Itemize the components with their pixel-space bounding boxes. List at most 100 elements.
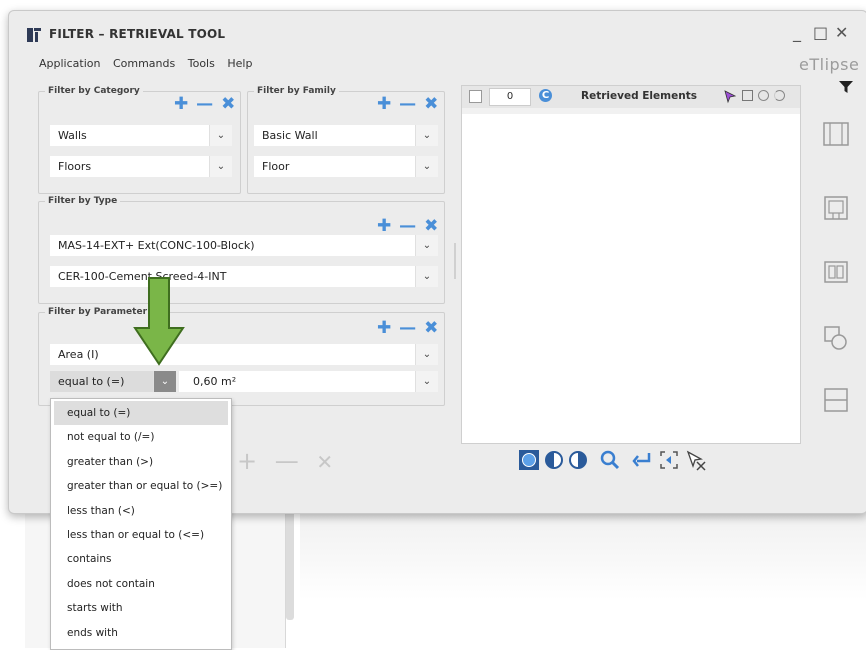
option-equal-to[interactable]: equal to (=) [54,401,228,426]
fit-selection-icon[interactable] [659,450,679,470]
retrieved-subheader [462,108,800,114]
background-scrollbar [286,510,294,620]
minimize-button[interactable]: _ [793,23,801,42]
family-value: Floor [262,160,290,173]
remove-category-icon[interactable]: — [196,94,214,114]
filter-category-title: Filter by Category [45,86,143,96]
menu-application[interactable]: Application [39,57,100,70]
add-filter-icon[interactable]: + [237,447,257,475]
half-view-icon[interactable] [569,451,587,469]
operator-combo[interactable]: equal to (=) ⌄ [50,371,176,392]
remove-family-icon[interactable]: — [399,94,417,114]
refresh-icon[interactable]: C [539,89,552,102]
background-divider [300,510,866,600]
close-button[interactable]: ✕ [835,23,848,42]
double-door-icon[interactable] [821,257,851,287]
retrieved-title: Retrieved Elements [581,90,697,102]
option-does-not-contain[interactable]: does not contain [51,572,231,596]
menu-bar: Application Commands Tools Help [39,57,261,70]
chevron-down-icon[interactable]: ⌄ [415,371,438,392]
clear-parameter-icon[interactable]: ✖ [424,318,439,338]
chevron-down-icon[interactable]: ⌄ [415,156,438,177]
category-value: Walls [58,129,87,142]
chevron-down-icon[interactable]: ⌄ [415,125,438,146]
chevron-down-icon[interactable]: ⌄ [209,156,232,177]
window-frame-icon[interactable] [821,193,851,223]
view-circle-icon[interactable] [758,90,769,101]
solid-view-icon[interactable] [519,450,539,470]
green-annotation-arrow [133,277,185,366]
filter-family-title: Filter by Family [254,86,339,96]
option-starts-with[interactable]: starts with [51,596,231,620]
floor-slab-icon[interactable] [821,385,851,415]
chevron-down-icon[interactable]: ⌄ [415,266,438,287]
deselect-icon[interactable] [685,449,707,471]
left-toolbar: + — ✕ [237,447,333,475]
add-family-icon[interactable]: ✚ [377,94,392,114]
clear-family-icon[interactable]: ✖ [424,94,439,114]
clear-filter-icon[interactable]: ✕ [316,450,333,474]
remove-parameter-icon[interactable]: — [399,318,417,338]
family-combo-basic-wall[interactable]: Basic Wall ⌄ [254,125,438,146]
family-value: Basic Wall [262,129,318,142]
half-solid-view-icon[interactable] [545,451,563,469]
option-less-than-or-equal[interactable]: less than or equal to (<=) [51,523,231,547]
count-box: 0 [489,88,531,106]
option-contains[interactable]: contains [51,547,231,571]
type-actions: ✚ — ✖ [377,216,439,236]
retrieved-header: 0 C Retrieved Elements [462,86,800,109]
window-title: FILTER – RETRIEVAL TOOL [49,27,226,41]
option-greater-than[interactable]: greater than (>) [51,450,231,474]
type-value: MAS-14-EXT+ Ext(CONC-100-Block) [58,239,255,252]
brand-logo: eTlipse [799,55,860,74]
remove-filter-icon[interactable]: — [275,447,299,475]
right-toolbar [519,449,707,471]
splitter-handle[interactable] [454,243,456,279]
parameter-combo[interactable]: Area (I) ⌄ [50,344,438,365]
retrieved-count: 0 [506,91,514,102]
menu-commands[interactable]: Commands [113,57,175,70]
select-all-checkbox[interactable] [469,90,482,103]
add-parameter-icon[interactable]: ✚ [377,318,392,338]
menu-tools[interactable]: Tools [188,57,215,70]
family-actions: ✚ — ✖ [377,94,439,114]
maximize-button[interactable]: □ [813,23,828,42]
view-square-icon[interactable] [742,90,753,101]
option-ends-with[interactable]: ends with [51,621,231,645]
retrieved-elements-panel: 0 C Retrieved Elements [461,85,801,444]
remove-type-icon[interactable]: — [399,216,417,236]
zoom-icon[interactable] [599,449,621,471]
type-combo-2[interactable]: CER-100-Cement Screed-4-INT ⌄ [50,266,438,287]
return-icon[interactable] [631,450,653,470]
family-combo-floor[interactable]: Floor ⌄ [254,156,438,177]
option-greater-than-or-equal[interactable]: greater than or equal to (>=) [51,474,231,498]
option-not-equal-to[interactable]: not equal to (/=) [51,425,231,449]
clear-type-icon[interactable]: ✖ [424,216,439,236]
view-half-circle-icon[interactable] [774,90,785,101]
menu-help[interactable]: Help [227,57,252,70]
category-combo-floors[interactable]: Floors ⌄ [50,156,232,177]
title-bar: FILTER – RETRIEVAL TOOL _ □ ✕ [9,11,866,51]
chevron-down-icon[interactable]: ⌄ [209,125,232,146]
clear-category-icon[interactable]: ✖ [221,94,236,114]
category-actions: ✚ — ✖ [174,94,236,114]
operator-dropdown-list: equal to (=) not equal to (/=) greater t… [50,398,232,650]
app-logo-icon [27,28,41,42]
filter-funnel-icon[interactable] [838,79,854,95]
parameter-actions: ✚ — ✖ [377,318,439,338]
parameter-input-value: 0,60 m² [193,375,237,388]
chevron-down-icon[interactable]: ⌄ [415,235,438,256]
add-category-icon[interactable]: ✚ [174,94,189,114]
type-combo-1[interactable]: MAS-14-EXT+ Ext(CONC-100-Block) ⌄ [50,235,438,256]
category-combo-walls[interactable]: Walls ⌄ [50,125,232,146]
option-less-than[interactable]: less than (<) [51,499,231,523]
chevron-down-icon[interactable]: ⌄ [415,344,438,365]
wall-panel-icon[interactable] [821,119,851,149]
filter-type-title: Filter by Type [45,196,121,206]
chevron-down-icon[interactable]: ⌄ [153,371,176,392]
parameter-value-combo[interactable]: 0,60 m² ⌄ [179,371,438,392]
object-shape-icon[interactable] [821,323,851,353]
type-value: CER-100-Cement Screed-4-INT [58,270,227,283]
add-type-icon[interactable]: ✚ [377,216,392,236]
select-cursor-icon[interactable] [724,90,737,104]
